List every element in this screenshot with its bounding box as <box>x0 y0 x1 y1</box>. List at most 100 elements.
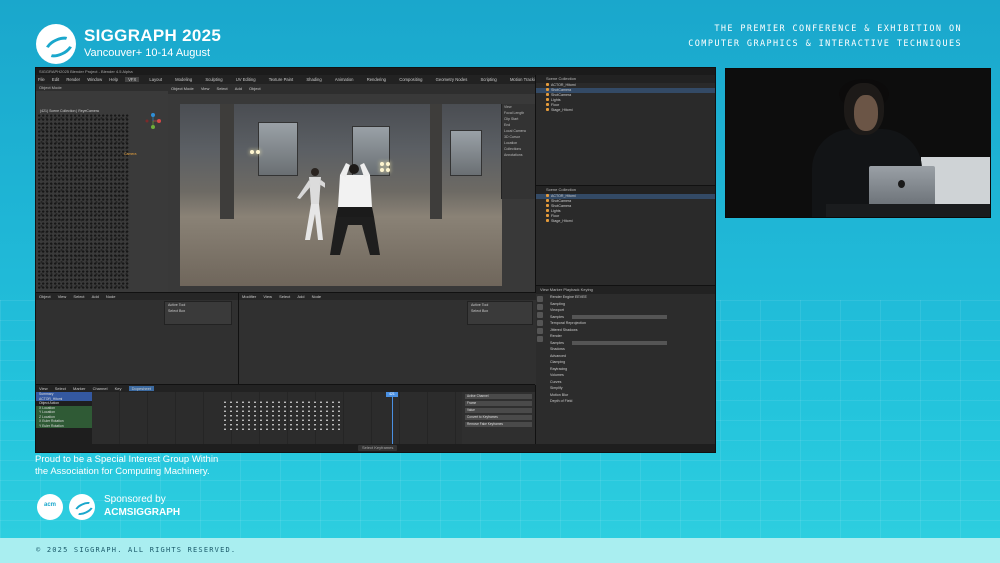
select-menu[interactable]: Select <box>55 386 66 391</box>
camera-icon <box>546 88 549 91</box>
outliner-bottom[interactable]: Scene Collection ACTOR_Hitomi ShotCamera… <box>535 185 715 286</box>
menu-window[interactable]: Window <box>87 77 102 82</box>
properties-editor[interactable]: View Marker Playback Keying Render Engin… <box>535 285 715 452</box>
tab-shading[interactable]: Shading <box>303 77 324 82</box>
samples-field[interactable] <box>571 314 667 319</box>
select-box-tool[interactable]: Select Box <box>165 308 231 314</box>
prop-row[interactable]: Depth of Field <box>536 398 715 405</box>
object-icon <box>546 108 549 111</box>
outliner-row-label: Stage_Hitomi <box>551 108 573 112</box>
render-tab-icon[interactable] <box>537 296 543 302</box>
tab-rendering[interactable]: Rendering <box>364 77 389 82</box>
view-menu[interactable]: View <box>263 294 272 299</box>
convert-keyframes-button[interactable]: Convert to Keyframes <box>465 415 532 420</box>
view-layer-tab-icon[interactable] <box>537 312 543 318</box>
playhead[interactable] <box>392 392 393 445</box>
select-menu[interactable]: Select <box>217 86 228 91</box>
tab-vfx[interactable]: VFX <box>125 77 140 82</box>
tab-geometry-nodes[interactable]: Geometry Nodes <box>433 77 471 82</box>
tab-playback[interactable]: Playback <box>563 287 579 292</box>
acm-statement: Proud to be a Special Interest Group Wit… <box>35 454 218 478</box>
light <box>380 162 384 166</box>
output-tab-icon[interactable] <box>537 304 543 310</box>
fighter-left <box>297 168 325 240</box>
keyframes[interactable] <box>222 400 342 430</box>
window <box>450 130 482 176</box>
active-tool-panel[interactable]: Active Tool Select Box <box>164 301 232 325</box>
dopesheet-editor[interactable]: View Select Marker Channel Key Dopesheet… <box>36 384 535 445</box>
tab-marker[interactable]: Marker <box>550 287 562 292</box>
active-tool-panel[interactable]: Active Tool Select Box <box>467 301 533 325</box>
brand-subtitle: Vancouver+ 10-14 August <box>84 47 211 59</box>
view-menu[interactable]: View <box>201 86 210 91</box>
view-menu[interactable]: View <box>39 386 48 391</box>
tab-sculpting[interactable]: Sculpting <box>202 77 225 82</box>
object-tab-icon[interactable] <box>537 336 543 342</box>
channel-menu[interactable]: Channel <box>93 386 108 391</box>
outliner-header: Scene Collection <box>536 75 715 83</box>
scene-tab-icon[interactable] <box>537 320 543 326</box>
menu-help[interactable]: Help <box>109 77 118 82</box>
node-editor-right[interactable]: Modifier View Select Add Node Active Too… <box>238 292 536 385</box>
node-editor-left[interactable]: Object View Select Add Node Active Tool … <box>36 292 238 385</box>
add-menu[interactable]: Add <box>235 86 242 91</box>
outliner-row[interactable]: Stage_Hitomi <box>536 219 715 224</box>
tab-texture-paint[interactable]: Texture Paint <box>266 77 296 82</box>
world-tab-icon[interactable] <box>537 328 543 334</box>
window-titlebar: SIGGRAPH2025 Blender Project - Blender 4… <box>36 68 715 75</box>
select-menu[interactable]: Select <box>73 294 84 299</box>
menu-file[interactable]: File <box>38 77 45 82</box>
dopesheet-mode-dropdown[interactable]: Dopesheet <box>128 386 154 391</box>
current-frame-label[interactable]: 421 <box>386 392 398 397</box>
tagline-line-2: COMPUTER GRAPHICS & INTERACTIVE TECHNIQU… <box>688 39 962 49</box>
object-menu[interactable]: Object <box>39 294 51 299</box>
keyframe-area[interactable]: 421 <box>92 392 462 445</box>
object-menu[interactable]: Object <box>249 86 261 91</box>
outliner-row[interactable]: Stage_Hitomi <box>536 108 715 113</box>
tab-modeling[interactable]: Modeling <box>172 77 195 82</box>
light-icon <box>546 98 549 101</box>
acm-siggraph-name: ACMSIGGRAPH <box>104 507 181 518</box>
remove-fake-keyframes-button[interactable]: Remove Fake Keyframes <box>465 422 532 427</box>
outliner-top[interactable]: Scene Collection ACTOR_Hitomi ShotCamera… <box>535 75 715 185</box>
node-menu[interactable]: Node <box>106 294 116 299</box>
navigation-gizmo-icon[interactable] <box>144 112 162 130</box>
node-editor-header: Modifier View Select Add Node <box>239 293 536 300</box>
node-menu[interactable]: Node <box>312 294 322 299</box>
background-video-frame <box>180 104 502 286</box>
key-menu[interactable]: Key <box>115 386 122 391</box>
prop-label: Samples <box>550 314 564 319</box>
outliner-row-label: Lights <box>551 98 561 102</box>
add-menu[interactable]: Add <box>297 294 304 299</box>
menu-render[interactable]: Render <box>66 77 80 82</box>
channel-row[interactable]: Y Euler Rotation <box>36 423 92 428</box>
tab-keying[interactable]: Keying <box>581 287 593 292</box>
tab-scripting[interactable]: Scripting <box>477 77 499 82</box>
select-menu[interactable]: Select <box>279 294 290 299</box>
tab-layout[interactable]: Layout <box>146 77 165 82</box>
sidebar-field[interactable]: Frame <box>465 401 532 406</box>
left-3d-viewport[interactable]: Object Mode (421) Scene Collection | Rey… <box>36 84 168 292</box>
menu-edit[interactable]: Edit <box>52 77 59 82</box>
left-viewport-header[interactable]: Object Mode <box>36 84 168 91</box>
sidebar-field[interactable]: Active Channel <box>465 394 532 399</box>
dopesheet-sidebar[interactable]: Active Channel Frame Value Convert to Ke… <box>462 392 535 445</box>
workspace-tabs: VFX Layout Modeling Sculpting UV Editing… <box>123 77 584 82</box>
marker-menu[interactable]: Marker <box>73 386 85 391</box>
tab-animation[interactable]: Animation <box>332 77 357 82</box>
view-menu[interactable]: View <box>58 294 67 299</box>
select-box-tool[interactable]: Select Box <box>468 308 532 314</box>
channel-list[interactable]: Summary ACTOR_Hitomi Object Action X Loc… <box>36 392 92 445</box>
mode-dropdown[interactable]: Object Mode <box>171 86 194 91</box>
add-menu[interactable]: Add <box>92 294 99 299</box>
camera-viewport[interactable]: Object Mode View Select Add Object View … <box>168 84 536 292</box>
n-panel-item[interactable]: Annotations <box>502 152 536 158</box>
sidebar-n-panel[interactable]: View Focal Length Clip Start End Local C… <box>501 104 536 199</box>
prop-label: Samples <box>550 340 564 345</box>
sidebar-field[interactable]: Value <box>465 408 532 413</box>
tab-view[interactable]: View <box>540 287 549 292</box>
tab-uv-editing[interactable]: UV Editing <box>233 77 259 82</box>
tab-compositing[interactable]: Compositing <box>396 77 425 82</box>
samples-field[interactable] <box>571 340 667 345</box>
modifier-menu[interactable]: Modifier <box>242 294 256 299</box>
